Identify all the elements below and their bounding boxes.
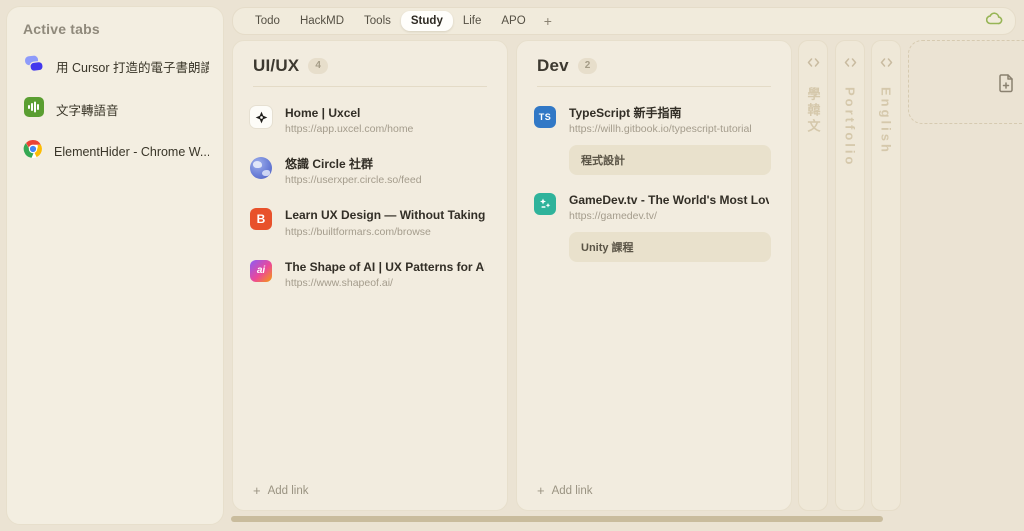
active-tabs-panel: Active tabs 用 Cursor 打造的電子書朗讀... [6, 6, 224, 525]
collection-column-dev: Dev 2 TS TypeScript 新手指南 https://willh.g… [516, 40, 792, 511]
book-reader-icon [23, 53, 45, 80]
plus-icon: + [253, 483, 261, 498]
tab-todo[interactable]: Todo [245, 11, 290, 31]
active-tab-label: ElementHider - Chrome W... [54, 145, 209, 159]
add-link-label: Add link [552, 485, 593, 497]
link-card[interactable]: 悠識 Circle 社群 https://userxper.circle.so/… [249, 156, 487, 186]
active-tab-item[interactable]: 用 Cursor 打造的電子書朗讀... [23, 53, 209, 80]
chrome-icon [23, 139, 43, 164]
active-tab-label: 文字轉語音 [56, 100, 119, 119]
collapsed-column-portfolio[interactable]: Portfolio [835, 40, 865, 511]
active-tab-item[interactable]: 文字轉語音 [23, 96, 209, 123]
uxcel-favicon [250, 106, 272, 128]
link-title: TypeScript 新手指南 [569, 105, 752, 121]
collapsed-column-title: 學韓文 [804, 87, 823, 135]
active-tab-label: 用 Cursor 打造的電子書朗讀... [56, 57, 209, 76]
link-card[interactable]: Home | Uxcel https://app.uxcel.com/home [249, 105, 487, 135]
expand-column-icon[interactable] [844, 54, 857, 72]
collection-column-uiux: UI/UX 4 Home | Uxcel https://app.uxcel.c… [232, 40, 508, 511]
link-card[interactable]: B Learn UX Design — Without Taking a ...… [249, 207, 487, 237]
shapeof-ai-favicon: ai [250, 260, 272, 282]
link-card[interactable]: ai The Shape of AI | UX Patterns for Art… [249, 259, 487, 289]
link-title: 悠識 Circle 社群 [285, 156, 422, 172]
active-tab-item[interactable]: ElementHider - Chrome W... [23, 139, 209, 164]
collapsed-column-english[interactable]: English [871, 40, 901, 511]
gamedev-favicon [534, 193, 556, 215]
link-tag: Unity 課程 [569, 232, 771, 262]
tab-hackmd[interactable]: HackMD [290, 11, 354, 31]
builtformars-favicon: B [250, 208, 272, 230]
horizontal-scrollbar[interactable] [231, 516, 883, 522]
expand-column-icon[interactable] [880, 54, 893, 72]
collapsed-column-title: Portfolio [843, 87, 858, 167]
link-title: Home | Uxcel [285, 105, 413, 121]
add-collection-icon[interactable] [997, 73, 1015, 98]
add-link-label: Add link [268, 485, 309, 497]
link-card[interactable]: GameDev.tv - The World's Most Love... ht… [533, 192, 771, 222]
column-title: UI/UX [253, 56, 299, 76]
add-link-button[interactable]: + Add link [537, 483, 593, 498]
link-url: https://willh.gitbook.io/typescript-tuto… [569, 123, 752, 135]
link-card[interactable]: TS TypeScript 新手指南 https://willh.gitbook… [533, 105, 771, 135]
new-collection-dropzone[interactable] [908, 40, 1024, 124]
plus-icon: + [537, 483, 545, 498]
tab-apo[interactable]: APO [491, 11, 535, 31]
column-title: Dev [537, 56, 569, 76]
add-tab-button[interactable]: + [536, 13, 560, 29]
link-url: https://gamedev.tv/ [569, 210, 769, 222]
link-url: https://userxper.circle.so/feed [285, 174, 422, 186]
link-title: Learn UX Design — Without Taking a ... [285, 207, 485, 223]
column-count-badge: 4 [308, 58, 328, 74]
text-to-speech-icon [23, 96, 45, 123]
active-tabs-heading: Active tabs [23, 21, 209, 37]
expand-column-icon[interactable] [807, 54, 820, 72]
tab-tools[interactable]: Tools [354, 11, 401, 31]
tab-study[interactable]: Study [401, 11, 453, 31]
circle-globe-favicon [250, 157, 272, 179]
cloud-sync-icon[interactable] [986, 12, 1003, 30]
add-link-button[interactable]: + Add link [253, 483, 309, 498]
typescript-favicon: TS [534, 106, 556, 128]
collapsed-column-title: English [879, 87, 894, 155]
collapsed-column-korean[interactable]: 學韓文 [798, 40, 828, 511]
link-url: https://builtformars.com/browse [285, 226, 485, 238]
column-count-badge: 2 [578, 58, 598, 74]
link-title: The Shape of AI | UX Patterns for Arti..… [285, 259, 485, 275]
link-title: GameDev.tv - The World's Most Love... [569, 192, 769, 208]
collection-tabbar: Todo HackMD Tools Study Life APO + [232, 7, 1016, 35]
link-tag: 程式設計 [569, 145, 771, 175]
link-url: https://www.shapeof.ai/ [285, 277, 485, 289]
tab-life[interactable]: Life [453, 11, 492, 31]
app-window: Active tabs 用 Cursor 打造的電子書朗讀... [0, 0, 1024, 531]
link-url: https://app.uxcel.com/home [285, 123, 413, 135]
